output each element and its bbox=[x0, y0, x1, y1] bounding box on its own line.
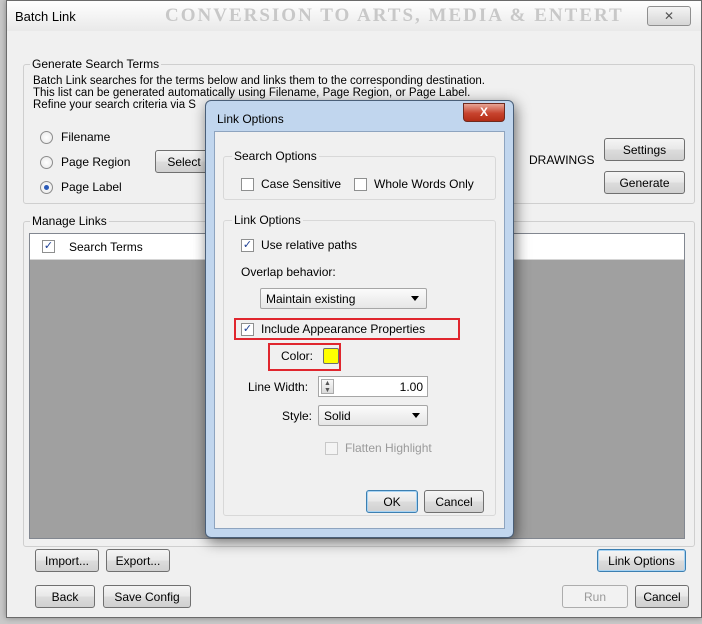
whole-words-checkbox[interactable] bbox=[354, 177, 367, 191]
style-dropdown[interactable]: Solid bbox=[318, 405, 428, 426]
dialog-body: Search Options Case Sensitive Whole Word… bbox=[214, 131, 505, 529]
color-swatch-button[interactable] bbox=[323, 348, 340, 364]
back-button[interactable]: Back bbox=[35, 585, 95, 608]
save-config-button[interactable]: Save Config bbox=[103, 585, 191, 608]
radio-page-region[interactable]: Page Region bbox=[40, 155, 130, 169]
overlap-behavior-value: Maintain existing bbox=[266, 291, 356, 306]
style-value: Solid bbox=[324, 408, 351, 423]
style-label: Style: bbox=[282, 409, 313, 423]
settings-button[interactable]: Settings bbox=[604, 138, 685, 161]
case-sensitive-label: Case Sensitive bbox=[261, 177, 342, 191]
radio-page-label-indicator[interactable] bbox=[40, 180, 53, 194]
flatten-highlight-checkbox[interactable] bbox=[325, 441, 338, 455]
line-width-label: Line Width: bbox=[248, 380, 309, 394]
chevron-down-icon bbox=[412, 413, 420, 418]
whole-words-option[interactable]: Whole Words Only bbox=[354, 177, 474, 191]
flatten-highlight-option[interactable]: Flatten Highlight bbox=[325, 441, 432, 455]
dialog-cancel-button[interactable]: Cancel bbox=[424, 490, 484, 513]
select-all-checkbox[interactable]: ✓ bbox=[42, 240, 55, 253]
dialog-title: Link Options bbox=[217, 112, 284, 126]
export-button[interactable]: Export... bbox=[106, 549, 170, 572]
chevron-down-icon bbox=[411, 296, 419, 301]
dialog-close-button[interactable]: X bbox=[463, 103, 505, 122]
include-appearance-label: Include Appearance Properties bbox=[261, 322, 426, 336]
cancel-button[interactable]: Cancel bbox=[635, 585, 689, 608]
link-options-button[interactable]: Link Options bbox=[597, 549, 686, 572]
description-line-1: Batch Link searches for the terms below … bbox=[33, 75, 485, 87]
use-relative-paths-checkbox[interactable]: ✓ bbox=[241, 238, 254, 252]
radio-page-region-indicator[interactable] bbox=[40, 155, 53, 169]
close-button[interactable]: ✕ bbox=[647, 6, 691, 26]
search-options-label: Search Options bbox=[232, 149, 319, 163]
background-document-text: CONVERSION TO ARTS, MEDIA & ENTERT bbox=[165, 5, 624, 26]
flatten-highlight-label: Flatten Highlight bbox=[345, 441, 432, 455]
use-relative-paths-label: Use relative paths bbox=[261, 238, 358, 252]
description-line-2: This list can be generated automatically… bbox=[33, 87, 471, 99]
link-options-dialog: Link Options X Search Options Case Sensi… bbox=[205, 100, 514, 538]
color-label: Color: bbox=[281, 349, 314, 363]
use-relative-paths-option[interactable]: ✓ Use relative paths bbox=[241, 238, 357, 252]
whole-words-label: Whole Words Only bbox=[374, 177, 474, 191]
radio-page-region-label: Page Region bbox=[61, 155, 131, 169]
page-label-value: DRAWINGS bbox=[529, 153, 595, 167]
color-row: Color: bbox=[281, 348, 340, 364]
manage-links-label: Manage Links bbox=[30, 214, 109, 228]
overlap-behavior-label: Overlap behavior: bbox=[241, 265, 336, 279]
case-sensitive-option[interactable]: Case Sensitive bbox=[241, 177, 341, 191]
line-width-spinner[interactable]: ▲ ▼ 1.00 bbox=[318, 376, 428, 397]
run-button[interactable]: Run bbox=[562, 585, 628, 608]
case-sensitive-checkbox[interactable] bbox=[241, 177, 254, 191]
search-terms-column-header[interactable]: Search Terms bbox=[69, 240, 143, 254]
radio-page-label-label: Page Label bbox=[61, 180, 122, 194]
description-line-3: Refine your search criteria via S bbox=[33, 99, 196, 111]
generate-button[interactable]: Generate bbox=[604, 171, 685, 194]
title-bar[interactable]: Batch Link CONVERSION TO ARTS, MEDIA & E… bbox=[7, 1, 701, 31]
radio-filename-indicator[interactable] bbox=[40, 130, 53, 144]
spinner-arrows-icon[interactable]: ▲ ▼ bbox=[321, 379, 334, 394]
window-title: Batch Link bbox=[15, 9, 76, 24]
include-appearance-option[interactable]: ✓ Include Appearance Properties bbox=[241, 322, 425, 336]
include-appearance-checkbox[interactable]: ✓ bbox=[241, 322, 254, 336]
radio-page-label[interactable]: Page Label bbox=[40, 180, 122, 194]
overlap-behavior-dropdown[interactable]: Maintain existing bbox=[260, 288, 427, 309]
radio-filename-label: Filename bbox=[61, 130, 111, 144]
link-options-label: Link Options bbox=[232, 213, 303, 227]
line-width-value: 1.00 bbox=[399, 380, 423, 394]
ok-button[interactable]: OK bbox=[366, 490, 418, 513]
generate-search-terms-label: Generate Search Terms bbox=[30, 57, 162, 71]
import-button[interactable]: Import... bbox=[35, 549, 99, 572]
radio-filename[interactable]: Filename bbox=[40, 130, 110, 144]
